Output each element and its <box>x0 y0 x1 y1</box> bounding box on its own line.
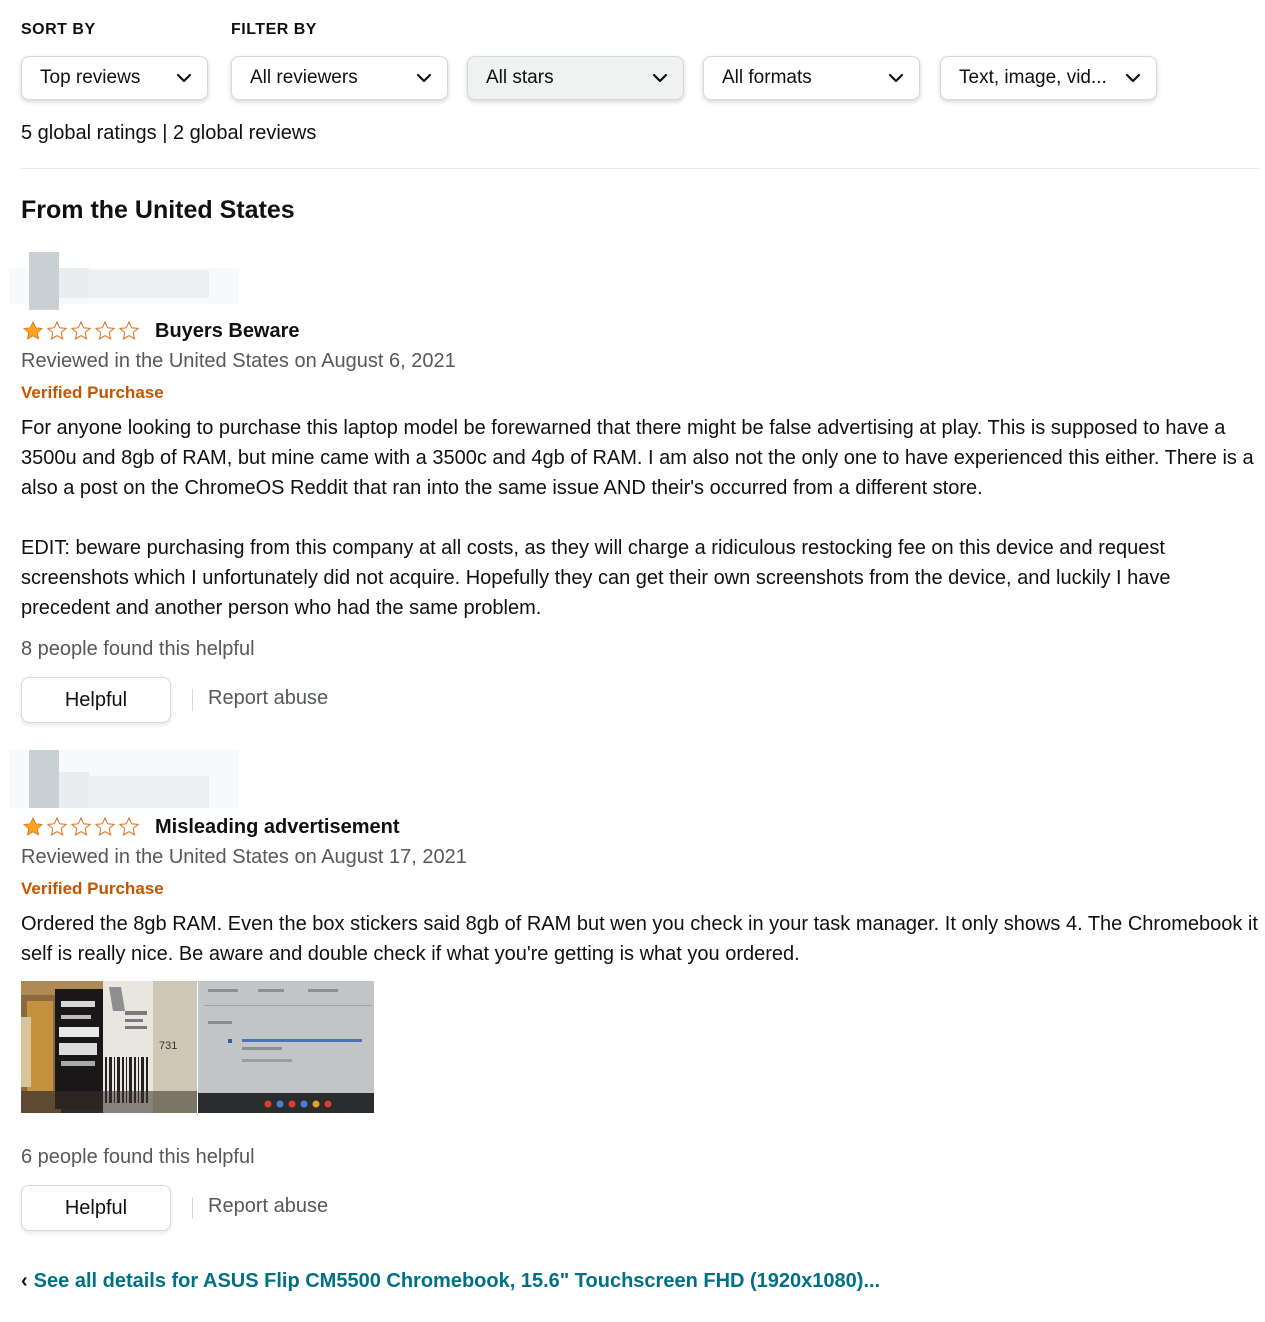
star-empty-icon <box>93 816 117 838</box>
helpful-count: 8 people found this helpful <box>21 638 255 660</box>
see-all-details-text: See all details for ASUS Flip CM5500 Chr… <box>33 1270 881 1292</box>
star-filled-icon <box>21 816 45 838</box>
section-title: From the United States <box>21 196 295 224</box>
sort-dropdown[interactable]: Top reviews <box>21 56 208 100</box>
formats-filter-dropdown[interactable]: All formats <box>703 56 920 100</box>
review-date: Reviewed in the United States on August … <box>21 350 456 372</box>
ratings-summary: 5 global ratings | 2 global reviews <box>21 122 317 144</box>
star-filled-icon <box>21 320 45 342</box>
review-date: Reviewed in the United States on August … <box>21 846 467 868</box>
review-body: For anyone looking to purchase this lapt… <box>21 413 1259 623</box>
avatar[interactable] <box>9 750 239 808</box>
star-rating[interactable] <box>21 816 141 838</box>
task-manager-screen-photo <box>198 981 374 1113</box>
verified-purchase-badge: Verified Purchase <box>21 383 164 402</box>
review-title[interactable]: Buyers Beware <box>155 320 300 343</box>
review-title[interactable]: Misleading advertisement <box>155 816 400 839</box>
star-empty-icon <box>69 320 93 342</box>
star-empty-icon <box>45 320 69 342</box>
review-image-task-manager[interactable] <box>198 981 374 1113</box>
star-empty-icon <box>45 816 69 838</box>
helpful-count: 6 people found this helpful <box>21 1146 255 1168</box>
chevron-down-icon <box>888 73 904 83</box>
avatar[interactable] <box>9 252 239 310</box>
star-empty-icon <box>93 320 117 342</box>
stars-filter-dropdown[interactable]: All stars <box>467 56 684 100</box>
filter-by-label: FILTER BY <box>231 21 317 38</box>
sort-by-label: SORT BY <box>21 21 96 38</box>
divider <box>21 168 1259 169</box>
review-body: Ordered the 8gb RAM. Even the box sticke… <box>21 909 1259 969</box>
media-filter-value: Text, image, vid... <box>959 67 1107 88</box>
helpful-button[interactable]: Helpful <box>21 1185 171 1231</box>
chevron-left-icon: ‹ <box>21 1270 28 1292</box>
star-empty-icon <box>69 816 93 838</box>
chevron-down-icon <box>416 73 432 83</box>
formats-filter-value: All formats <box>722 67 812 88</box>
star-rating[interactable] <box>21 320 141 342</box>
divider <box>192 1197 193 1219</box>
report-abuse-link[interactable]: Report abuse <box>208 687 328 710</box>
star-empty-icon <box>117 320 141 342</box>
review-image-box-sticker[interactable]: 731 <box>21 981 197 1113</box>
stars-filter-value: All stars <box>486 67 554 88</box>
media-filter-dropdown[interactable]: Text, image, vid... <box>940 56 1157 100</box>
review-paragraph: For anyone looking to purchase this lapt… <box>21 417 1254 499</box>
review-paragraph: EDIT: beware purchasing from this compan… <box>21 537 1171 619</box>
chevron-down-icon <box>176 73 192 83</box>
divider <box>192 689 193 711</box>
see-all-details-link[interactable]: ‹ See all details for ASUS Flip CM5500 Ch… <box>21 1270 880 1293</box>
reviewers-filter-value: All reviewers <box>250 67 358 88</box>
helpful-button[interactable]: Helpful <box>21 677 171 723</box>
box-sticker-photo: 731 <box>21 981 197 1113</box>
sort-dropdown-value: Top reviews <box>40 67 141 88</box>
image-text: 731 <box>159 1040 177 1052</box>
star-empty-icon <box>117 816 141 838</box>
reviewers-filter-dropdown[interactable]: All reviewers <box>231 56 448 100</box>
chevron-down-icon <box>1125 73 1141 83</box>
verified-purchase-badge: Verified Purchase <box>21 879 164 898</box>
review-paragraph: Ordered the 8gb RAM. Even the box sticke… <box>21 913 1258 965</box>
chevron-down-icon <box>652 73 668 83</box>
report-abuse-link[interactable]: Report abuse <box>208 1195 328 1218</box>
